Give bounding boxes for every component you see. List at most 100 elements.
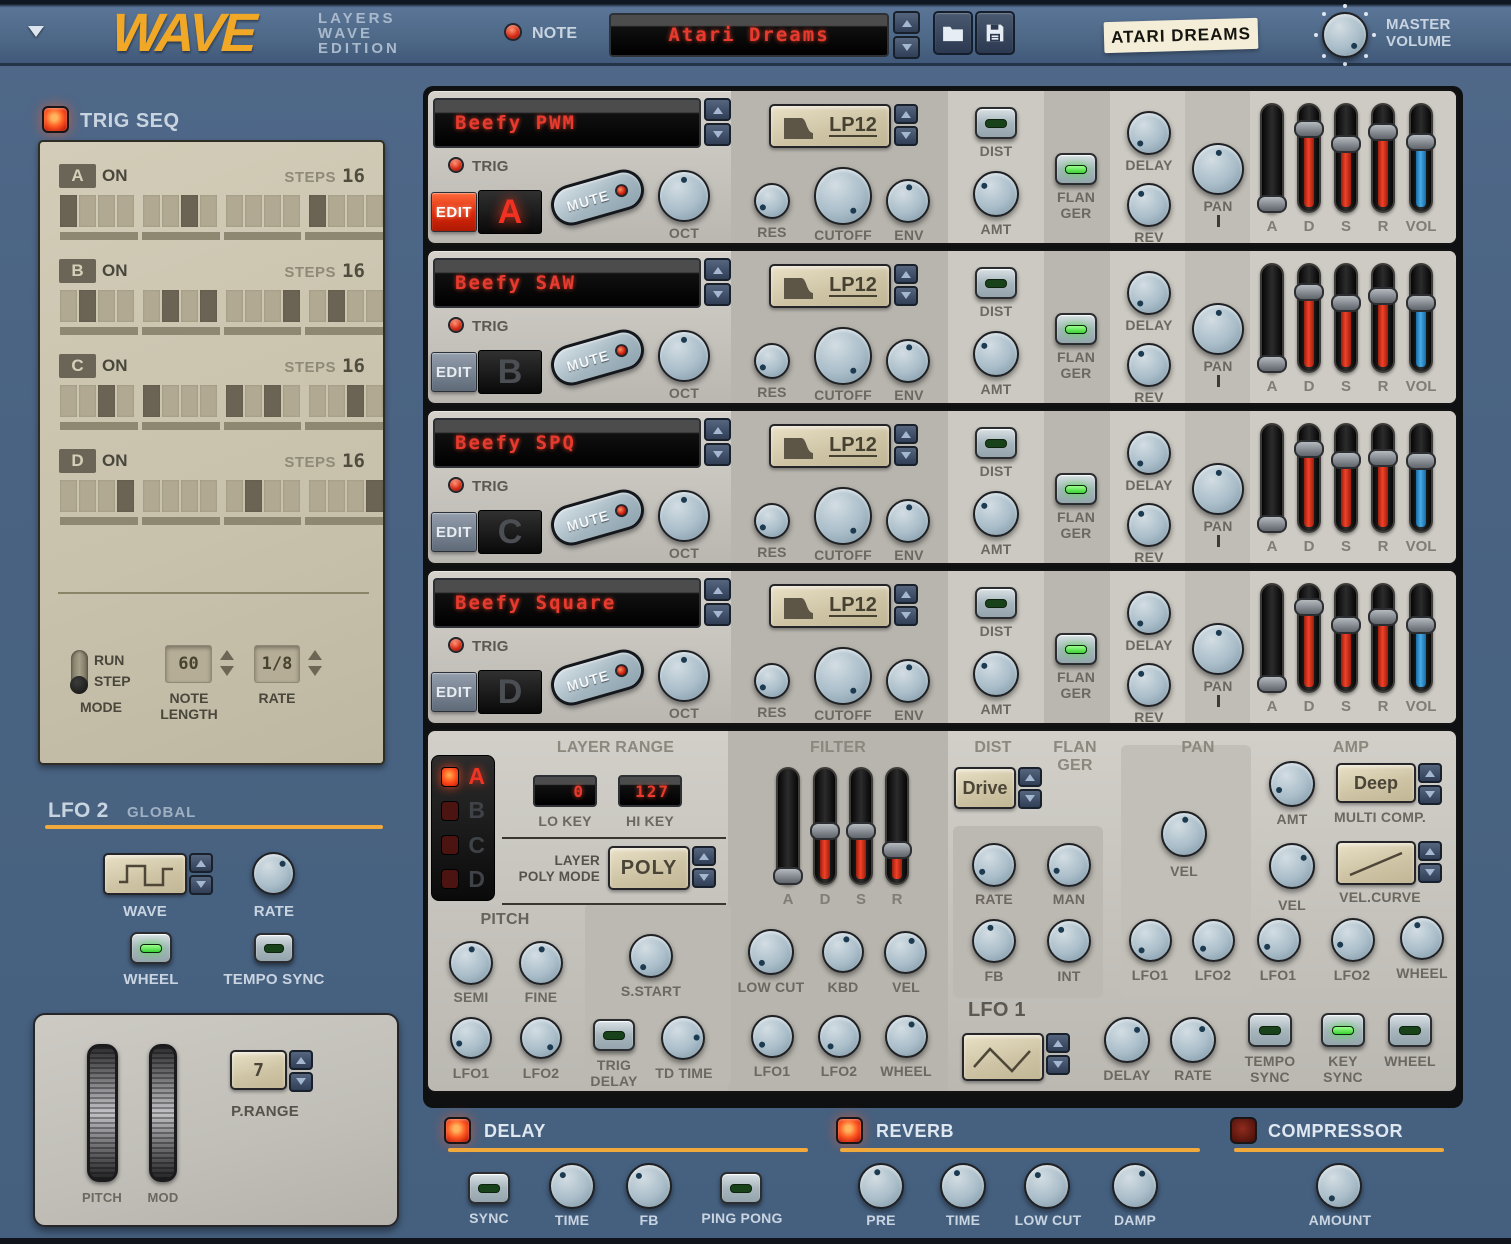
cutoff-knob[interactable] <box>814 167 872 225</box>
spinner-down-button[interactable] <box>704 123 731 146</box>
amt-knob[interactable] <box>973 331 1019 377</box>
preset-down-button[interactable] <box>893 36 920 59</box>
spinner-down-button[interactable] <box>704 603 731 626</box>
seq-step-3[interactable] <box>98 290 115 322</box>
arrow-up-icon[interactable] <box>220 643 234 660</box>
trig-delay-button[interactable] <box>593 1019 635 1051</box>
flanger-button[interactable] <box>1055 473 1097 505</box>
slider-handle[interactable] <box>1331 294 1361 312</box>
slider-handle[interactable] <box>1294 120 1324 138</box>
seq-step-13[interactable] <box>309 195 326 227</box>
spinner-down-button[interactable] <box>894 286 918 306</box>
seq-step-15[interactable] <box>347 480 364 512</box>
dist-button[interactable] <box>975 267 1017 299</box>
spinner-down-button[interactable] <box>894 126 918 146</box>
decay-slider[interactable] <box>1297 583 1321 693</box>
seq-step-5[interactable] <box>143 290 160 322</box>
spinner-down-button[interactable] <box>704 443 731 466</box>
res-knob[interactable] <box>754 663 790 699</box>
reverb-pre-knob[interactable] <box>858 1163 904 1209</box>
decay-slider[interactable] <box>1297 423 1321 533</box>
slider-handle[interactable] <box>1331 451 1361 469</box>
flanger-button[interactable] <box>1055 633 1097 665</box>
mod-wheel[interactable] <box>149 1044 177 1182</box>
slider-handle[interactable] <box>1368 287 1398 305</box>
seq-step-7[interactable] <box>181 195 198 227</box>
reverb-time-knob[interactable] <box>940 1163 986 1209</box>
lfo1-wheel-button[interactable] <box>1388 1013 1432 1047</box>
spinner-up-button[interactable] <box>692 846 716 866</box>
slider-handle[interactable] <box>810 822 840 840</box>
slider-handle[interactable] <box>1368 449 1398 467</box>
seq-step-8[interactable] <box>200 385 217 417</box>
lfo1-tempo-sync-button[interactable] <box>1248 1013 1292 1047</box>
slider-handle[interactable] <box>1257 355 1287 373</box>
seq-step-5[interactable] <box>143 385 160 417</box>
seq-step-15[interactable] <box>347 195 364 227</box>
seq-step-12[interactable] <box>283 195 300 227</box>
toggle-knob[interactable] <box>70 676 88 694</box>
seq-step-6[interactable] <box>162 385 179 417</box>
seq-step-7[interactable] <box>181 480 198 512</box>
reverb-damp-knob[interactable] <box>1112 1163 1158 1209</box>
edit-button[interactable]: EDIT <box>431 352 477 392</box>
rev-send-knob[interactable] <box>1127 503 1171 547</box>
filter-kbd-knob[interactable] <box>822 931 864 973</box>
seq-step-11[interactable] <box>264 385 281 417</box>
lfo2-tempo-sync-button[interactable] <box>254 933 294 963</box>
attack-slider[interactable] <box>1260 103 1284 213</box>
seq-step-4[interactable] <box>117 385 134 417</box>
slider-handle[interactable] <box>1257 195 1287 213</box>
slider-handle[interactable] <box>1331 616 1361 634</box>
env-knob[interactable] <box>886 499 930 543</box>
slider-handle[interactable] <box>1294 598 1324 616</box>
env-knob[interactable] <box>886 659 930 703</box>
mute-button[interactable]: MUTE <box>546 485 649 551</box>
seq-step-10[interactable] <box>245 480 262 512</box>
oct-knob[interactable] <box>658 650 710 702</box>
pan-knob[interactable] <box>1192 463 1244 515</box>
flanger-man-knob[interactable] <box>1047 843 1091 887</box>
pan-vel-knob[interactable] <box>1161 811 1207 857</box>
seq-row-on-label[interactable]: ON <box>102 356 128 376</box>
dist-button[interactable] <box>975 587 1017 619</box>
load-preset-button[interactable] <box>933 11 973 55</box>
edit-button[interactable]: EDIT <box>431 512 477 552</box>
filter-wheel-knob[interactable] <box>885 1015 928 1058</box>
preset-up-button[interactable] <box>893 11 920 34</box>
seq-step-grid[interactable] <box>60 290 385 322</box>
seq-step-7[interactable] <box>181 290 198 322</box>
layer-name-display[interactable]: Beefy SPQ <box>433 418 701 468</box>
filter-type-display[interactable]: LP12 <box>769 584 891 628</box>
filter-sustain-slider[interactable] <box>849 767 873 885</box>
volume-slider[interactable] <box>1409 423 1433 533</box>
oct-knob[interactable] <box>658 490 710 542</box>
delay-sync-button[interactable] <box>468 1172 510 1204</box>
seq-step-15[interactable] <box>347 385 364 417</box>
seq-row-steps-value[interactable]: 16 <box>342 355 372 377</box>
delay-send-knob[interactable] <box>1127 111 1171 155</box>
pan-knob[interactable] <box>1192 623 1244 675</box>
filter-lowcut-knob[interactable] <box>748 929 794 975</box>
dist-button[interactable] <box>975 427 1017 459</box>
decay-slider[interactable] <box>1297 263 1321 373</box>
res-knob[interactable] <box>754 503 790 539</box>
pitch-semi-knob[interactable] <box>449 941 493 985</box>
res-knob[interactable] <box>754 343 790 379</box>
seq-step-4[interactable] <box>117 290 134 322</box>
amt-knob[interactable] <box>973 171 1019 217</box>
spinner-down-button[interactable] <box>894 606 918 626</box>
filter-lfo2-knob[interactable] <box>818 1015 861 1058</box>
seq-step-11[interactable] <box>264 480 281 512</box>
amt-knob[interactable] <box>973 491 1019 537</box>
spinner-up-button[interactable] <box>1046 1033 1070 1053</box>
dist-button[interactable] <box>975 107 1017 139</box>
layer-select-b[interactable]: B <box>441 797 485 824</box>
slider-handle[interactable] <box>1331 135 1361 153</box>
spinner-up-button[interactable] <box>189 853 213 873</box>
flanger-button[interactable] <box>1055 313 1097 345</box>
spinner-down-button[interactable] <box>1018 789 1042 809</box>
rev-send-knob[interactable] <box>1127 343 1171 387</box>
seq-step-16[interactable] <box>366 290 383 322</box>
compressor-enable-button[interactable] <box>1230 1117 1257 1144</box>
